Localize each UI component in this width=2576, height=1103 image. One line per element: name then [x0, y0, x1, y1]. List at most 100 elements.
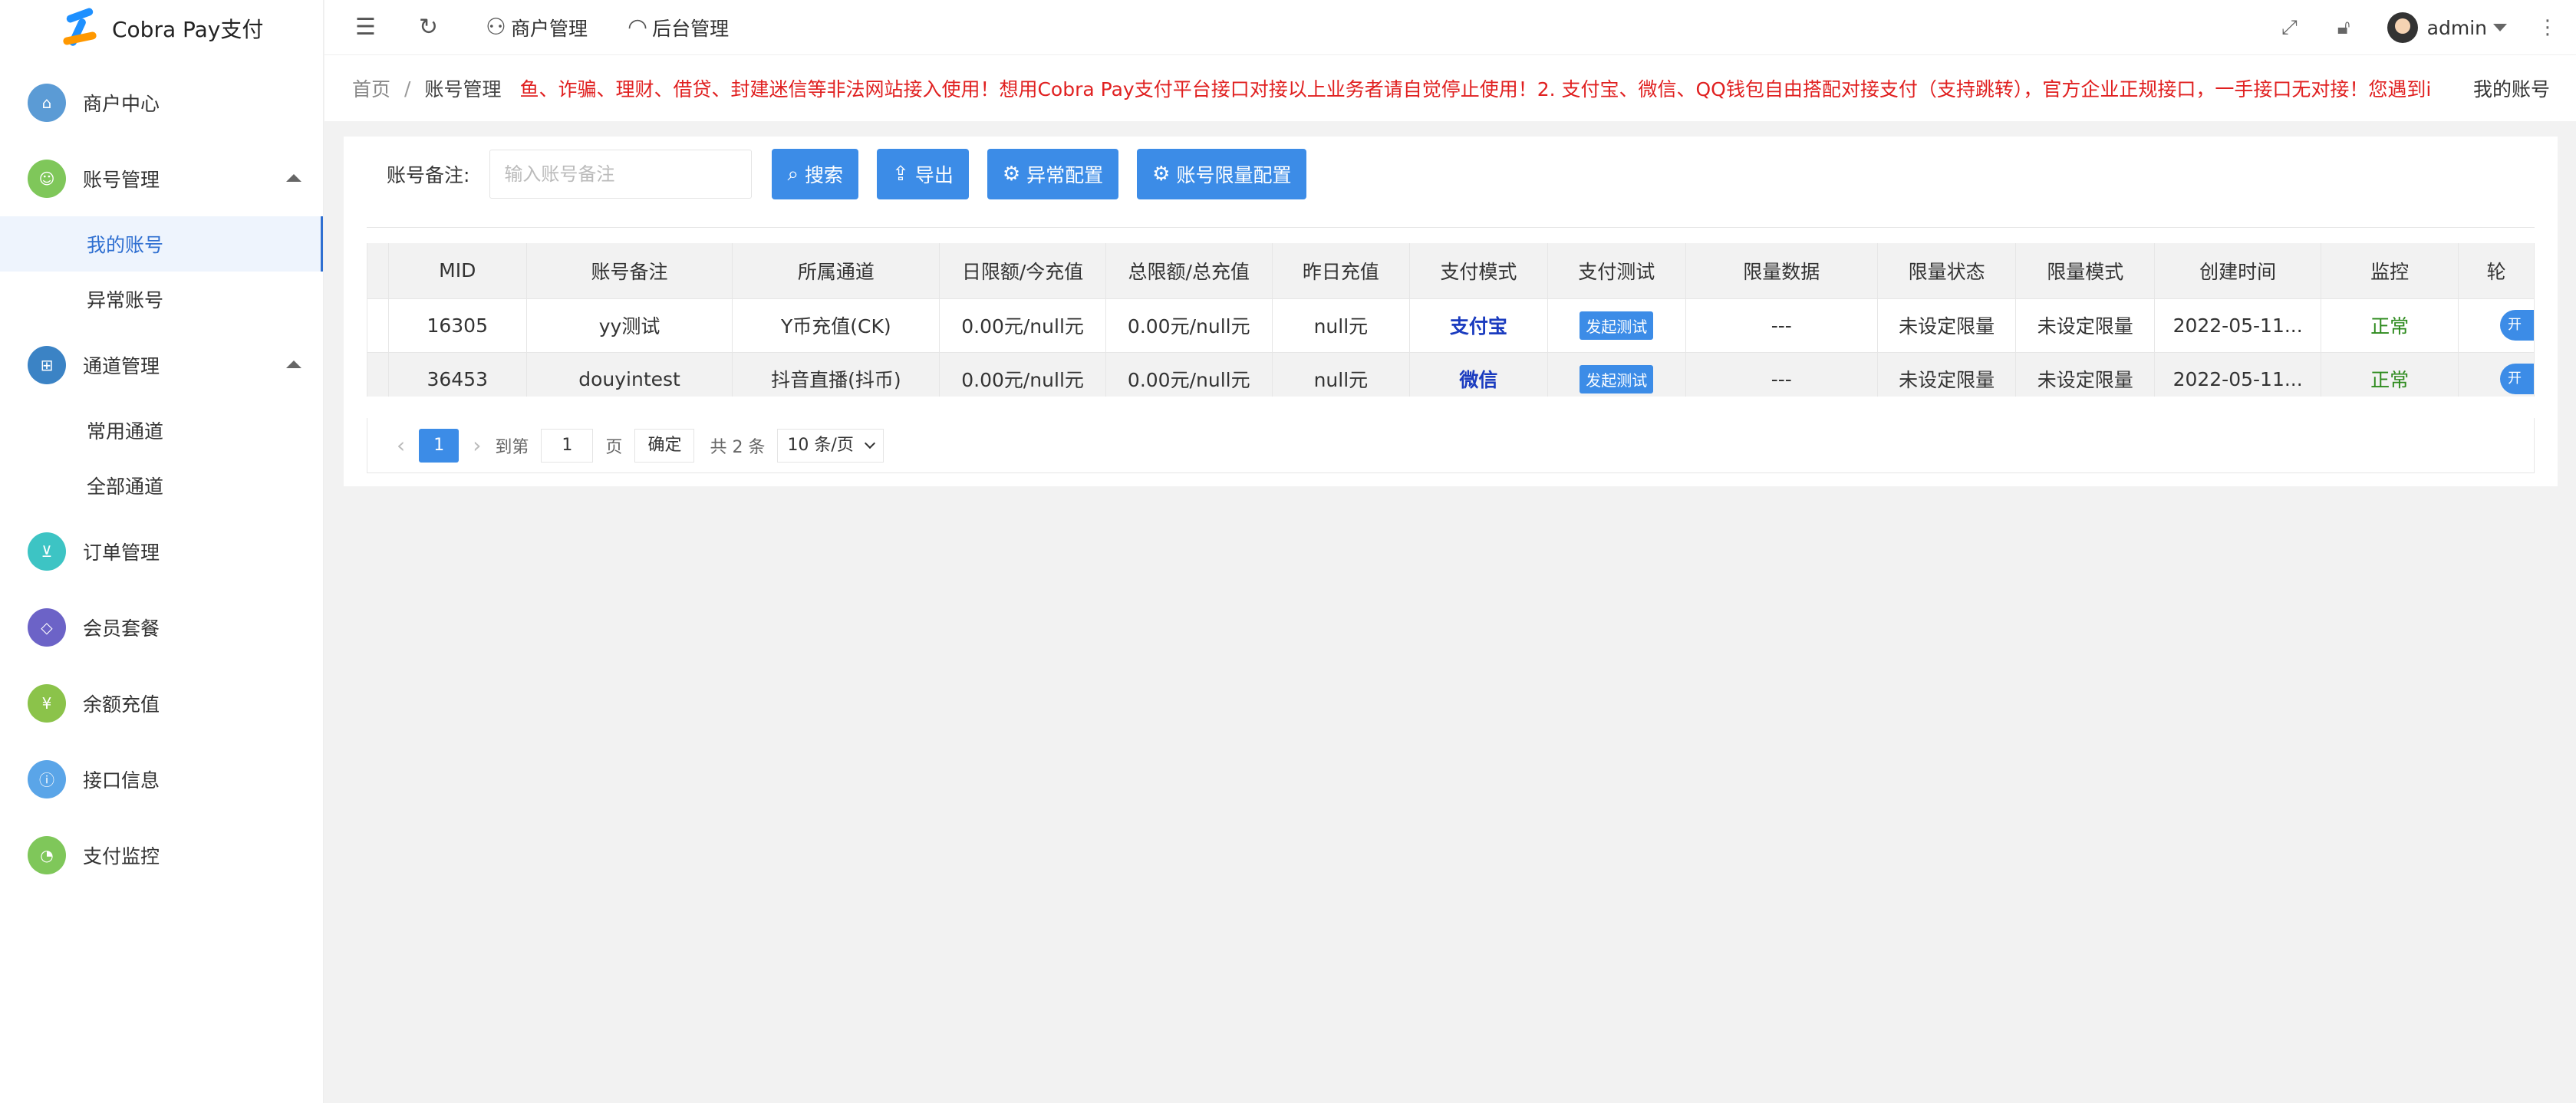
goto-page-input[interactable]: 1 [541, 428, 594, 463]
sidebar-subitem-my-accounts[interactable]: 我的账号 [0, 216, 323, 272]
breadcrumb: 首页 / 账号管理 鱼、诈骗、理财、借贷、封建迷信等非法网站接入使用！想用Cob… [324, 55, 2576, 121]
sidebar-item-api-info[interactable]: ⓘ 接口信息 [0, 741, 323, 817]
cell-total: 0.00元/null元 [1105, 352, 1273, 397]
sidebar-item-merchant-center[interactable]: ⌂ 商户中心 [0, 64, 323, 140]
export-icon: ⇪ [892, 163, 909, 186]
next-page-icon[interactable]: › [473, 433, 481, 458]
cell-pay-test: 发起测试 [1547, 352, 1686, 397]
breadcrumb-current: 账号管理 [424, 78, 502, 100]
side-menu: ⌂ 商户中心 ☺ 账号管理 我的账号 异常账号 ⊞ 通道管理 常用通道 全部通道… [0, 64, 323, 893]
rotation-toggle[interactable]: 开 [2500, 310, 2534, 341]
refresh-icon[interactable]: ↻ [419, 14, 443, 41]
breadcrumb-home[interactable]: 首页 [352, 74, 390, 102]
collapse-menu-icon[interactable]: ☰ [355, 14, 380, 41]
sidebar-item-label: 订单管理 [83, 541, 160, 564]
abnormal-config-button[interactable]: ⚙ 异常配置 [987, 149, 1119, 199]
search-icon: ⌕ [787, 162, 799, 186]
cell-monitor: 正常 [2321, 298, 2459, 353]
abnormal-config-label: 异常配置 [1026, 164, 1104, 186]
cell-yesterday: null元 [1272, 352, 1411, 397]
start-test-button[interactable]: 发起测试 [1580, 364, 1654, 393]
start-test-button[interactable]: 发起测试 [1580, 311, 1654, 340]
backend-management-link[interactable]: ◠ 后台管理 [628, 14, 729, 41]
cell-limit-status: 未设定限量 [1877, 352, 2017, 397]
sidebar-item-account-management[interactable]: ☺ 账号管理 [0, 140, 323, 216]
cell-created: 2022-05-11... [2154, 298, 2322, 353]
table-header-cell[interactable]: 监控 [2321, 243, 2459, 299]
limit-config-button[interactable]: ⚙ 账号限量配置 [1137, 149, 1307, 199]
caret-up-icon [286, 361, 301, 368]
sidebar-item-label: 余额充值 [83, 693, 160, 716]
prev-page-icon[interactable]: ‹ [397, 433, 405, 458]
sidebar-item-orders[interactable]: ⊻ 订单管理 [0, 513, 323, 589]
table-header-cell[interactable]: 总限额/总充值 [1105, 243, 1273, 299]
user-icon: ☺ [28, 159, 66, 198]
sidebar-item-label: 商户中心 [83, 92, 160, 115]
cell-limit-status: 未设定限量 [1877, 298, 2017, 353]
cell-limit-mode: 未设定限量 [2015, 352, 2156, 397]
total-count: 共 2 条 [710, 437, 766, 457]
table-header-cell[interactable]: 限量数据 [1685, 243, 1878, 299]
pay-mode-label: 微信 [1459, 369, 1498, 391]
page-size-select[interactable]: 10 条/页 [777, 428, 884, 463]
sidebar: Cobra Pay支付 ⌂ 商户中心 ☺ 账号管理 我的账号 异常账号 ⊞ 通道… [0, 0, 324, 1103]
sidebar-item-channel-management[interactable]: ⊞ 通道管理 [0, 327, 323, 403]
table-header-cell[interactable]: 昨日充值 [1272, 243, 1411, 299]
table-header-cell[interactable]: 轮 [2458, 243, 2535, 299]
sidebar-item-label: 账号管理 [83, 168, 160, 191]
sidebar-subitem-common-channels[interactable]: 常用通道 [0, 403, 323, 458]
breadcrumb-separator: / [404, 77, 411, 100]
export-button[interactable]: ⇪ 导出 [877, 149, 969, 199]
home-icon: ⌂ [28, 83, 66, 122]
table-header-cell[interactable]: 支付模式 [1409, 243, 1548, 299]
table-header-cell[interactable]: 账号备注 [526, 243, 733, 299]
fullscreen-icon[interactable]: ⤢ [2281, 16, 2298, 40]
table-header-cell [367, 243, 389, 299]
search-button[interactable]: ⌕ 搜索 [772, 149, 859, 199]
monitor-icon: ◔ [28, 835, 66, 874]
diamond-icon: ◇ [28, 607, 66, 647]
page-tab-label[interactable]: 我的账号 [2457, 55, 2550, 121]
pagination: ‹ 1 › 到第 1 页 确定 共 2 条 10 条/页 [367, 418, 2535, 473]
sidebar-subitem-all-channels[interactable]: 全部通道 [0, 458, 323, 513]
table-row: 36453 douyintest 抖音直播(抖币) 0.00元/null元 0.… [367, 352, 2535, 397]
cell-limit-mode: 未设定限量 [2015, 298, 2156, 353]
logo: Cobra Pay支付 [0, 0, 323, 57]
user-name[interactable]: admin [2427, 17, 2487, 39]
cell-daily: 0.00元/null元 [939, 298, 1106, 353]
table-header-cell[interactable]: 日限额/今充值 [939, 243, 1106, 299]
caret-up-icon [286, 174, 301, 182]
sidebar-item-membership[interactable]: ◇ 会员套餐 [0, 589, 323, 665]
page-size-label: 10 条/页 [787, 435, 854, 455]
table-header-cell[interactable]: MID [388, 243, 527, 299]
info-icon: ⓘ [28, 759, 66, 798]
yen-icon: ¥ [28, 683, 66, 723]
top-bar: ☰ ↻ ⚇ 商户管理 ◠ 后台管理 ⤢ 🔓︎ admin ⋮ [324, 0, 2576, 55]
sidebar-item-recharge[interactable]: ¥ 余额充值 [0, 665, 323, 741]
table-header-cell[interactable]: 所属通道 [732, 243, 940, 299]
cell-channel: 抖音直播(抖币) [732, 352, 940, 397]
table-header-cell[interactable]: 创建时间 [2154, 243, 2322, 299]
cell-pay-test: 发起测试 [1547, 298, 1686, 353]
goto-label: 到第 [495, 437, 529, 457]
remark-search-input[interactable] [489, 150, 753, 199]
cell-pay-mode: 支付宝 [1409, 298, 1548, 353]
more-vertical-icon[interactable]: ⋮ [2538, 16, 2558, 39]
cell-channel: Y币充值(CK) [732, 298, 940, 353]
avatar[interactable] [2387, 12, 2418, 43]
sidebar-subitem-abnormal-accounts[interactable]: 异常账号 [0, 272, 323, 327]
goto-confirm-button[interactable]: 确定 [634, 428, 695, 463]
rotation-toggle[interactable]: 开 [2500, 364, 2534, 394]
table-header-cell[interactable]: 限量模式 [2015, 243, 2156, 299]
table-header-cell[interactable]: 支付测试 [1547, 243, 1686, 299]
chevron-down-icon[interactable] [2493, 24, 2507, 31]
cell-remark: douyintest [526, 352, 733, 397]
page-number-current[interactable]: 1 [419, 428, 460, 463]
page-label: 页 [605, 437, 623, 457]
lock-icon[interactable]: 🔓︎ [2337, 16, 2350, 40]
sidebar-item-pay-monitor[interactable]: ◔ 支付监控 [0, 817, 323, 893]
table-row: 16305 yy测试 Y币充值(CK) 0.00元/null元 0.00元/nu… [367, 298, 2535, 353]
cell-remark: yy测试 [526, 298, 733, 353]
merchant-management-link[interactable]: ⚇ 商户管理 [486, 14, 588, 41]
table-header-cell[interactable]: 限量状态 [1877, 243, 2017, 299]
